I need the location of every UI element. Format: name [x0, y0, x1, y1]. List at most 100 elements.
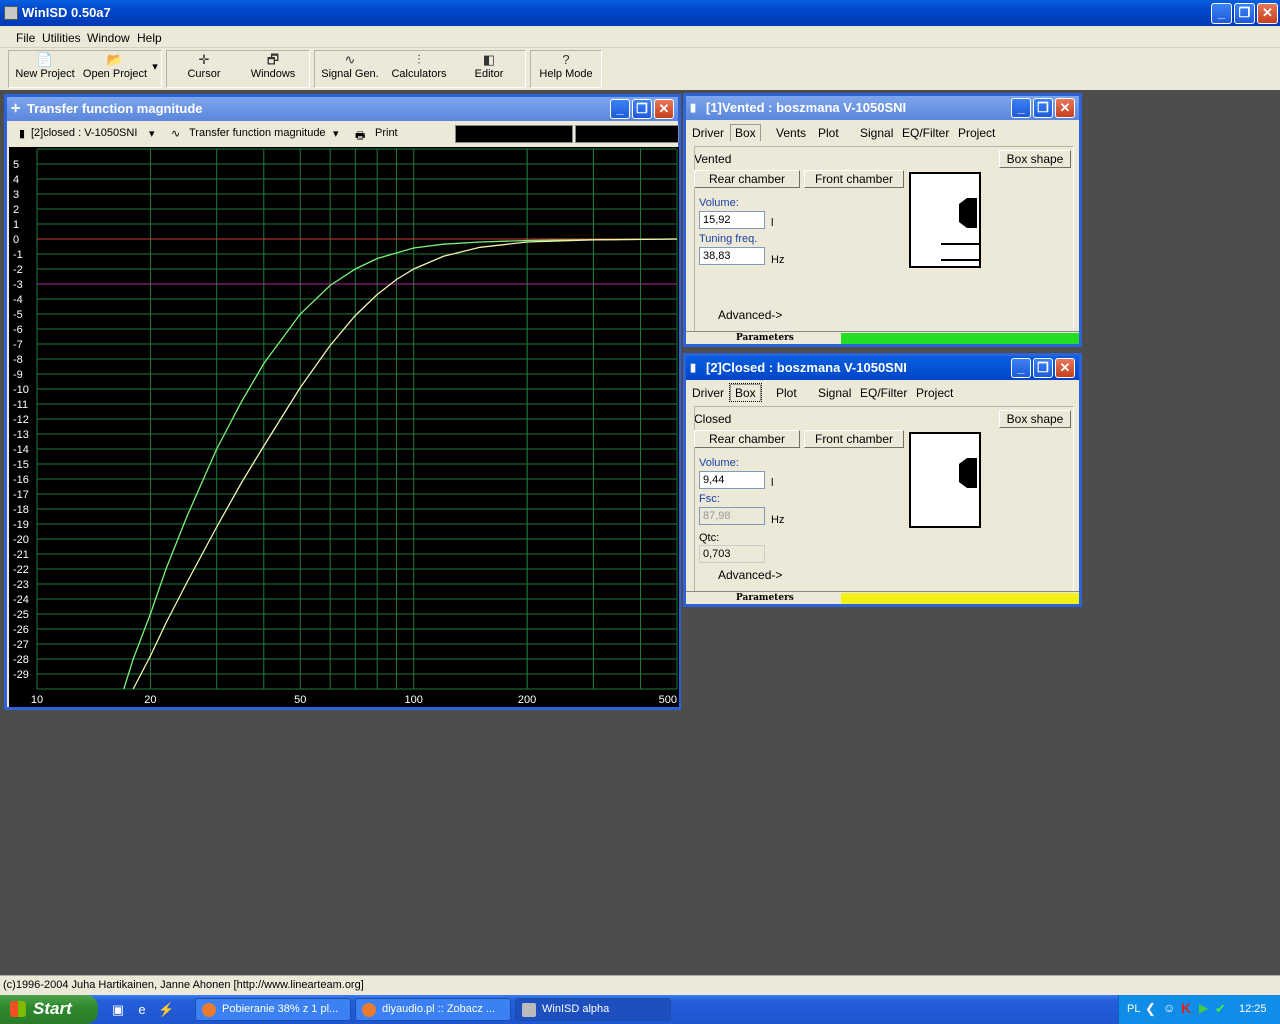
- menu-file[interactable]: File: [16, 31, 35, 45]
- x-tick-label: 20: [144, 694, 156, 706]
- system-tray: PL ❮ ☺ K ▶ ✔ 12:25: [1118, 995, 1280, 1024]
- vented-close-button[interactable]: ✕: [1055, 98, 1075, 118]
- advanced-link[interactable]: Advanced->: [718, 568, 782, 582]
- closed-box-shape-preview: [909, 432, 981, 528]
- closed-window-titlebar[interactable]: ▮ [2]Closed : boszmana V-1050SNI _ ❐ ✕: [686, 356, 1079, 380]
- chevron-down-icon[interactable]: ▾: [149, 127, 155, 140]
- app-title-bar: WinISD 0.50a7 _ ❐ ✕: [0, 0, 1280, 26]
- tab-project[interactable]: Project: [916, 386, 953, 400]
- parameters-status-bar: [841, 593, 1079, 604]
- windows-flag-icon: [10, 1001, 26, 1017]
- task-firefox-diyaudio[interactable]: diyaudio.pl :: Zobacz ...: [355, 998, 511, 1021]
- antivirus-icon[interactable]: K: [1181, 1000, 1191, 1016]
- media-icon[interactable]: ⚡: [158, 1002, 174, 1018]
- tuning-freq-unit: Hz: [771, 254, 785, 266]
- task-label: Pobieranie 38% z 1 pl...: [222, 1003, 339, 1015]
- tuning-freq-label: Tuning freq.: [699, 233, 758, 245]
- project-select[interactable]: [2]closed : V-1050SNI: [31, 127, 137, 139]
- tab-driver[interactable]: Driver: [692, 126, 724, 140]
- closed-close-button[interactable]: ✕: [1055, 358, 1075, 378]
- help-mode-button[interactable]: ? Help Mode: [536, 52, 596, 80]
- menu-window[interactable]: Window: [87, 31, 130, 45]
- windows-button[interactable]: 🗗 Windows: [245, 52, 301, 80]
- graph-window-title: Transfer function magnitude: [27, 101, 203, 116]
- tab-eq-filter[interactable]: EQ/Filter: [902, 126, 949, 140]
- menu-utilities[interactable]: Utilities: [42, 31, 81, 45]
- help-mode-label: Help Mode: [539, 68, 593, 80]
- tab-box[interactable]: Box: [729, 383, 762, 402]
- tab-project[interactable]: Project: [958, 126, 995, 140]
- task-label: WinISD alpha: [542, 1003, 610, 1015]
- vented-window-title: [1]Vented : boszmana V-1050SNI: [706, 100, 907, 115]
- graph-minimize-button[interactable]: _: [610, 99, 630, 119]
- advanced-link[interactable]: Advanced->: [718, 308, 782, 322]
- volume-input[interactable]: 9,44: [699, 471, 765, 489]
- transfer-function-plot[interactable]: 5 4 3 2 1 0 -1 -2 -3 -4 -5 -6 -7 -8 -9 -10 -11 -12 -13 -14-…: [9, 147, 679, 707]
- tab-signal[interactable]: Signal: [818, 386, 851, 400]
- rear-chamber-button[interactable]: Rear chamber: [694, 170, 800, 188]
- app-title: WinISD 0.50a7: [22, 5, 111, 20]
- tab-signal[interactable]: Signal: [860, 126, 893, 140]
- show-desktop-icon[interactable]: ▣: [110, 1002, 126, 1018]
- signal-gen-button[interactable]: ∿ Signal Gen.: [320, 52, 380, 80]
- graph-maximize-button[interactable]: ❐: [632, 99, 652, 119]
- closed-maximize-button[interactable]: ❐: [1033, 358, 1053, 378]
- internet-explorer-icon[interactable]: e: [134, 1002, 150, 1018]
- tray-app-icon[interactable]: ☺: [1163, 1001, 1175, 1015]
- front-chamber-button[interactable]: Front chamber: [804, 170, 904, 188]
- vented-window-titlebar[interactable]: ▮ [1]Vented : boszmana V-1050SNI _ ❐ ✕: [686, 96, 1079, 120]
- restore-button[interactable]: ❐: [1234, 3, 1255, 24]
- start-label: Start: [33, 999, 72, 1018]
- plot-svg: 543210-1-2-3-4-5-6-7-8-9-10-11-12-13-14-…: [13, 148, 678, 706]
- task-firefox-download[interactable]: Pobieranie 38% z 1 pl...: [195, 998, 351, 1021]
- task-winisd[interactable]: WinISD alpha: [515, 998, 671, 1021]
- tab-box[interactable]: Box: [730, 124, 761, 141]
- tab-plot[interactable]: Plot: [818, 126, 839, 140]
- cursor-button[interactable]: ✛ Cursor: [180, 52, 228, 80]
- plot-type-select[interactable]: Transfer function magnitude: [189, 127, 326, 139]
- vented-box-window: ▮ [1]Vented : boszmana V-1050SNI _ ❐ ✕ D…: [683, 93, 1082, 347]
- open-project-dropdown[interactable]: ▾: [150, 60, 160, 73]
- y-tick-label: -11: [13, 399, 28, 411]
- graph-window: ✛ Transfer function magnitude _ ❐ ✕ ▮ [2…: [4, 94, 681, 710]
- front-chamber-button[interactable]: Front chamber: [804, 430, 904, 448]
- open-project-button[interactable]: 📂 Open Project: [81, 52, 149, 80]
- closed-minimize-button[interactable]: _: [1011, 358, 1031, 378]
- help-question-icon: ?: [562, 52, 570, 67]
- new-project-button[interactable]: 📄 New Project: [14, 52, 76, 80]
- tuning-freq-input[interactable]: 38,83: [699, 247, 765, 265]
- calculator-icon: ⫶: [417, 52, 421, 67]
- chevron-down-icon[interactable]: ▾: [333, 127, 339, 140]
- close-button[interactable]: ✕: [1257, 3, 1278, 24]
- cursor-readout-left: [455, 125, 573, 143]
- tray-arrow-icon[interactable]: ❮: [1145, 1001, 1156, 1017]
- menu-help[interactable]: Help: [137, 31, 162, 45]
- status-bar: (c)1996-2004 Juha Hartikainen, Janne Aho…: [0, 975, 1280, 995]
- tab-plot[interactable]: Plot: [776, 386, 797, 400]
- y-tick-label: 4: [13, 174, 19, 186]
- volume-input[interactable]: 15,92: [699, 211, 765, 229]
- check-icon[interactable]: ✔: [1215, 1001, 1226, 1017]
- printer-icon: 🖶: [355, 130, 366, 142]
- graph-close-button[interactable]: ✕: [654, 99, 674, 119]
- tab-vents[interactable]: Vents: [776, 126, 806, 140]
- graph-window-titlebar[interactable]: ✛ Transfer function magnitude _ ❐ ✕: [7, 97, 678, 121]
- start-button[interactable]: Start: [0, 995, 98, 1024]
- minimize-button[interactable]: _: [1211, 3, 1232, 24]
- calculators-button[interactable]: ⫶ Calculators: [390, 52, 448, 80]
- closed-enclosure-diagram: [959, 458, 977, 488]
- tab-eq-filter[interactable]: EQ/Filter: [860, 386, 907, 400]
- parameters-strip: Parameters: [686, 591, 1079, 604]
- tab-driver[interactable]: Driver: [692, 386, 724, 400]
- rear-chamber-button[interactable]: Rear chamber: [694, 430, 800, 448]
- editor-button[interactable]: ◧ Editor: [466, 52, 512, 80]
- x-tick-label: 500: [659, 694, 677, 706]
- vented-minimize-button[interactable]: _: [1011, 98, 1031, 118]
- language-indicator[interactable]: PL: [1127, 1003, 1140, 1015]
- print-button[interactable]: Print: [375, 127, 398, 139]
- vented-maximize-button[interactable]: ❐: [1033, 98, 1053, 118]
- signal-gen-label: Signal Gen.: [321, 68, 379, 80]
- y-tick-label: 3: [13, 189, 19, 201]
- app-icon: [4, 6, 18, 20]
- play-icon[interactable]: ▶: [1199, 1001, 1208, 1015]
